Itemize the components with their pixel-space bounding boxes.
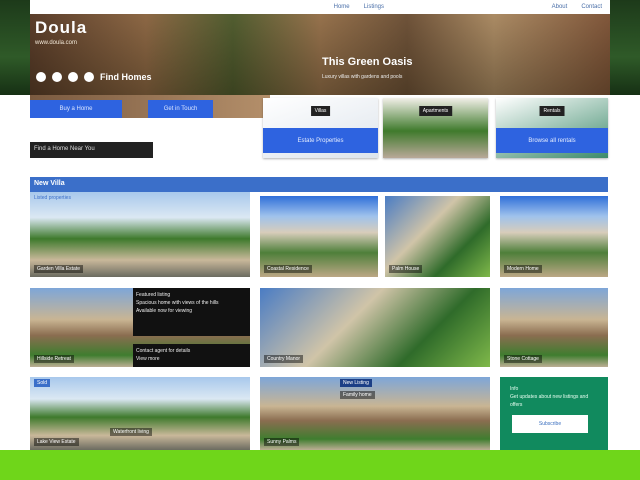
footer-bar <box>0 450 640 480</box>
tagline: www.doula.com <box>35 40 78 46</box>
listing-tile[interactable]: New Listing Family home Sunny Palms <box>260 377 490 450</box>
tile-caption: Hillside Retreat <box>34 355 74 363</box>
overlay-line: Available now for viewing <box>136 308 193 314</box>
listing-tile[interactable]: Stone Cottage <box>500 288 608 367</box>
category-card[interactable]: Rentals Browse all rentals <box>496 98 608 158</box>
section-header: New Villa <box>30 177 608 192</box>
tile-caption: Garden Villa Estate <box>34 265 83 273</box>
tile-badge: Sold <box>34 379 51 387</box>
tile-overlay: Contact agent for details View more <box>133 344 250 367</box>
listing-tile[interactable]: Palm House <box>385 196 490 277</box>
hero-subtitle: Luxury villas with gardens and pools <box>322 74 403 80</box>
newsletter-text: Get updates about new listings and offer… <box>510 394 589 408</box>
card-label: Villas <box>310 106 331 116</box>
listing-tile[interactable]: Featured listing Spacious home with view… <box>30 288 250 367</box>
tile-caption: Palm House <box>389 265 423 273</box>
background-edge-right <box>610 0 640 95</box>
newsletter-panel: Info Get updates about new listings and … <box>500 377 608 450</box>
buy-home-button[interactable]: Buy a Home <box>30 100 122 118</box>
listing-tile[interactable]: Coastal Residence <box>260 196 378 277</box>
category-card[interactable]: Villas Estate Properties <box>263 98 378 158</box>
card-label: Apartments <box>418 106 453 116</box>
card-band: Browse all rentals <box>496 128 608 153</box>
section-subtitle: Listed properties <box>34 195 71 201</box>
home-icon[interactable] <box>36 72 46 82</box>
tile-caption: Lake View Estate <box>34 438 79 446</box>
location-icon[interactable] <box>68 72 78 82</box>
nav-link[interactable]: Contact <box>581 4 602 10</box>
tile-badge: New Listing <box>340 379 372 387</box>
hero-banner <box>30 14 610 95</box>
newsletter-title: Info <box>510 386 519 392</box>
tile-subtitle: Family home <box>340 391 375 399</box>
tile-caption: Sunny Palms <box>264 438 300 446</box>
tile-overlay: Featured listing Spacious home with view… <box>133 288 250 336</box>
overlay-line: Spacious home with views of the hills <box>136 300 219 306</box>
icon-row: Find Homes <box>36 72 152 82</box>
nav-link[interactable]: About <box>552 4 568 10</box>
listing-tile[interactable]: Modern Home <box>500 196 608 277</box>
listing-tile[interactable]: Garden Villa Estate <box>30 192 250 277</box>
tile-caption: Coastal Residence <box>264 265 312 273</box>
tile-caption: Stone Cottage <box>504 355 542 363</box>
nav-link[interactable]: Listings <box>364 4 384 10</box>
overlay-line: Contact agent for details <box>136 348 191 354</box>
overlay-line: Featured listing <box>136 292 171 298</box>
listing-tile[interactable]: Country Manor <box>260 288 490 367</box>
search-label-box[interactable]: Find a Home Near You <box>30 142 153 158</box>
nav-link[interactable]: Home <box>334 4 350 10</box>
top-nav-right: About Contact <box>493 0 610 14</box>
background-edge-left <box>0 0 30 95</box>
hero-title: This Green Oasis <box>322 56 413 68</box>
section-title: New Villa <box>34 180 65 187</box>
listing-tile[interactable]: Sold Waterfront living Lake View Estate <box>30 377 250 450</box>
category-card[interactable]: Apartments <box>383 98 488 158</box>
tile-subtitle: Waterfront living <box>110 428 152 436</box>
get-in-touch-button[interactable]: Get in Touch <box>148 100 213 118</box>
tile-caption: Country Manor <box>264 355 304 363</box>
subscribe-button[interactable]: Subscribe <box>512 415 588 433</box>
overlay-link[interactable]: View more <box>136 355 247 363</box>
phone-icon[interactable] <box>84 72 94 82</box>
logo[interactable]: Doula <box>35 18 87 38</box>
tile-caption: Modern Home <box>504 265 542 273</box>
card-band: Estate Properties <box>263 128 378 153</box>
icon-row-text: Find Homes <box>100 72 152 82</box>
search-icon[interactable] <box>52 72 62 82</box>
card-label: Rentals <box>539 106 565 116</box>
top-nav-left: Home Listings <box>30 0 392 14</box>
